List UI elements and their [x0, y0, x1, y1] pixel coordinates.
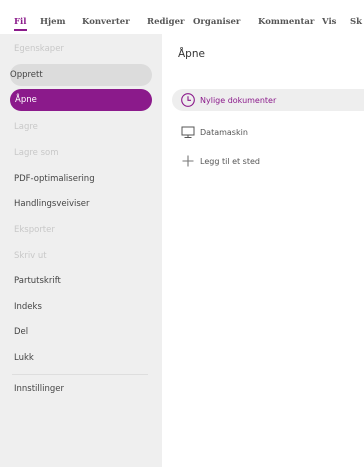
nav-egenskaper: Egenskaper — [14, 44, 64, 54]
location-recent-documents[interactable]: Nylige dokumenter — [172, 89, 364, 111]
menu-kommentar[interactable]: Kommentar — [258, 0, 314, 27]
nav-skriv-ut: Skriv ut — [14, 251, 47, 261]
nav-innstillinger[interactable]: Innstillinger — [12, 378, 154, 400]
nav-handlingsveiviser[interactable]: Handlingsveiviser — [12, 193, 154, 215]
nav-opprett[interactable]: Opprett — [10, 64, 152, 86]
sidebar-separator — [12, 374, 148, 375]
nav-indeks[interactable]: Indeks — [12, 296, 154, 318]
location-label: Nylige dokumenter — [200, 95, 277, 105]
menu-fil[interactable]: Fil — [14, 0, 27, 31]
menu-sk[interactable]: Sk — [350, 0, 362, 27]
menu-rediger[interactable]: Rediger — [147, 0, 184, 27]
location-computer[interactable]: Datamaskin — [172, 121, 248, 143]
nav-eksporter: Eksporter — [14, 225, 55, 235]
menu-konverter[interactable]: Konverter — [82, 0, 130, 27]
plus-icon — [180, 153, 196, 169]
nav-lukk[interactable]: Lukk — [12, 347, 154, 369]
location-label: Legg til et sted — [200, 156, 260, 166]
page-title: Åpne — [178, 48, 205, 60]
menu-organiser[interactable]: Organiser — [193, 0, 240, 27]
nav-apne[interactable]: Åpne — [10, 89, 152, 111]
menu-vis[interactable]: Vis — [322, 0, 336, 27]
nav-del[interactable]: Del — [12, 321, 154, 343]
nav-partutskrift[interactable]: Partutskrift — [12, 270, 154, 292]
menu-hjem[interactable]: Hjem — [40, 0, 66, 27]
nav-lagre: Lagre — [14, 122, 38, 132]
clock-icon — [180, 92, 196, 108]
menu-bar: Fil Hjem Konverter Rediger Organiser Kom… — [0, 0, 364, 34]
nav-lagre-som: Lagre som — [14, 148, 59, 158]
open-panel: Åpne Nylige dokumenter Datamaskin Legg t… — [162, 34, 364, 467]
location-add-place[interactable]: Legg til et sted — [172, 150, 260, 172]
backstage-sidebar: Egenskaper Opprett Åpne Lagre Lagre som … — [0, 34, 162, 467]
nav-pdf-optimalisering[interactable]: PDF-optimalisering — [12, 168, 154, 190]
location-label: Datamaskin — [200, 127, 248, 137]
monitor-icon — [180, 124, 196, 140]
